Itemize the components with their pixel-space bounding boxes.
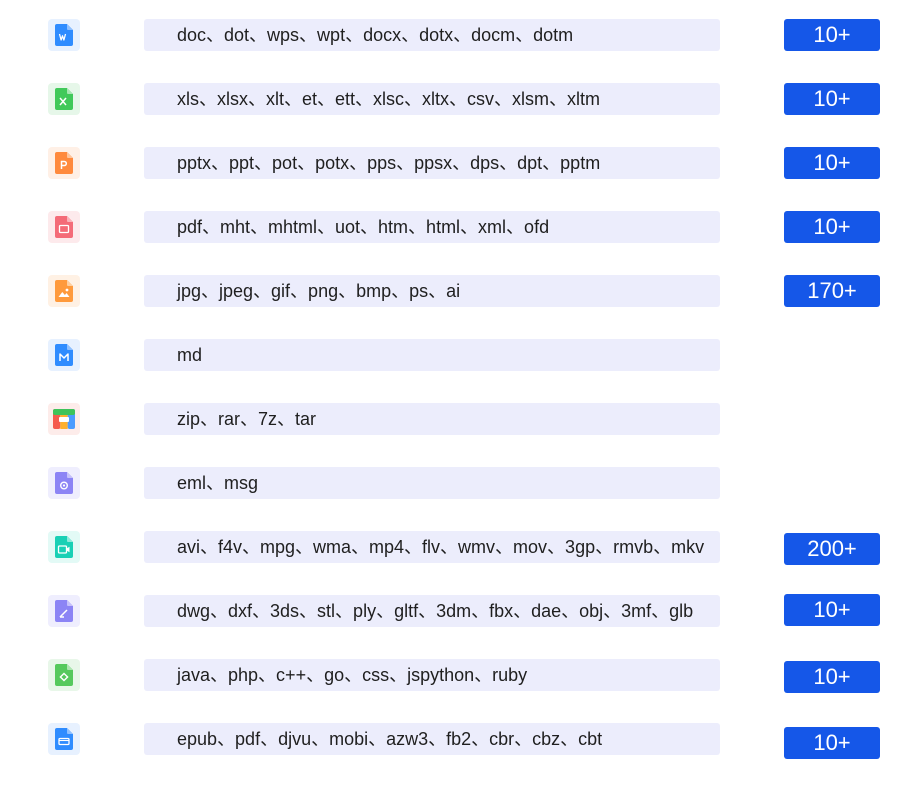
format-count-badge: 10+ <box>784 211 880 243</box>
format-list-text: xls、xlsx、xlt、et、ett、xlsc、xltx、csv、xlsm、x… <box>144 83 720 115</box>
format-list-text: pdf、mht、mhtml、uot、htm、html、xml、ofd <box>144 211 720 243</box>
format-count-badge: 10+ <box>784 594 880 626</box>
code-icon <box>48 659 80 691</box>
markdown-icon <box>48 339 80 371</box>
spreadsheet-icon <box>48 83 80 115</box>
format-list-text: epub、pdf、djvu、mobi、azw3、fb2、cbr、cbz、cbt <box>144 723 720 755</box>
format-row-spreadsheet: xls、xlsx、xlt、et、ett、xlsc、xltx、csv、xlsm、x… <box>0 83 920 115</box>
format-list-text: jpg、jpeg、gif、png、bmp、ps、ai <box>144 275 720 307</box>
format-count-badge: 10+ <box>784 83 880 115</box>
format-row-video: avi、f4v、mpg、wma、mp4、flv、wmv、mov、3gp、rmvb… <box>0 531 920 565</box>
archive-icon <box>48 403 80 435</box>
presentation-icon <box>48 147 80 179</box>
format-row-ebook: epub、pdf、djvu、mobi、azw3、fb2、cbr、cbz、cbt … <box>0 723 920 759</box>
format-list-text: md <box>144 339 720 371</box>
format-list-text: zip、rar、7z、tar <box>144 403 720 435</box>
format-list-text: dwg、dxf、3ds、stl、ply、gltf、3dm、fbx、dae、obj… <box>144 595 720 627</box>
format-list-text: eml、msg <box>144 467 720 499</box>
format-row-markdown: md <box>0 339 920 371</box>
format-row-presentation: pptx、ppt、pot、potx、pps、ppsx、dps、dpt、pptm … <box>0 147 920 179</box>
image-icon <box>48 275 80 307</box>
cad-icon <box>48 595 80 627</box>
format-row-cad: dwg、dxf、3ds、stl、ply、gltf、3dm、fbx、dae、obj… <box>0 594 920 627</box>
format-count-badge: 200+ <box>784 533 880 565</box>
format-list-text: pptx、ppt、pot、potx、pps、ppsx、dps、dpt、pptm <box>144 147 720 179</box>
format-row-code: java、php、c++、go、css、jspython、ruby 10+ <box>0 659 920 693</box>
format-list-text: java、php、c++、go、css、jspython、ruby <box>144 659 720 691</box>
format-list-text: doc、dot、wps、wpt、docx、dotx、docm、dotm <box>144 19 720 51</box>
format-row-archive: zip、rar、7z、tar <box>0 403 920 435</box>
word-doc-icon <box>48 19 80 51</box>
pdf-icon <box>48 211 80 243</box>
format-count-badge: 10+ <box>784 661 880 693</box>
format-count-badge: 10+ <box>784 19 880 51</box>
format-list: doc、dot、wps、wpt、docx、dotx、docm、dotm 10+ … <box>0 0 920 788</box>
format-count-badge: 170+ <box>784 275 880 307</box>
format-row-email: eml、msg <box>0 467 920 499</box>
format-row-image: jpg、jpeg、gif、png、bmp、ps、ai 170+ <box>0 275 920 307</box>
email-icon <box>48 467 80 499</box>
ebook-icon <box>48 723 80 755</box>
format-count-badge: 10+ <box>784 147 880 179</box>
format-row-document: doc、dot、wps、wpt、docx、dotx、docm、dotm 10+ <box>0 19 920 51</box>
format-row-pdf: pdf、mht、mhtml、uot、htm、html、xml、ofd 10+ <box>0 211 920 243</box>
format-count-badge: 10+ <box>784 727 880 759</box>
format-list-text: avi、f4v、mpg、wma、mp4、flv、wmv、mov、3gp、rmvb… <box>144 531 720 563</box>
video-icon <box>48 531 80 563</box>
